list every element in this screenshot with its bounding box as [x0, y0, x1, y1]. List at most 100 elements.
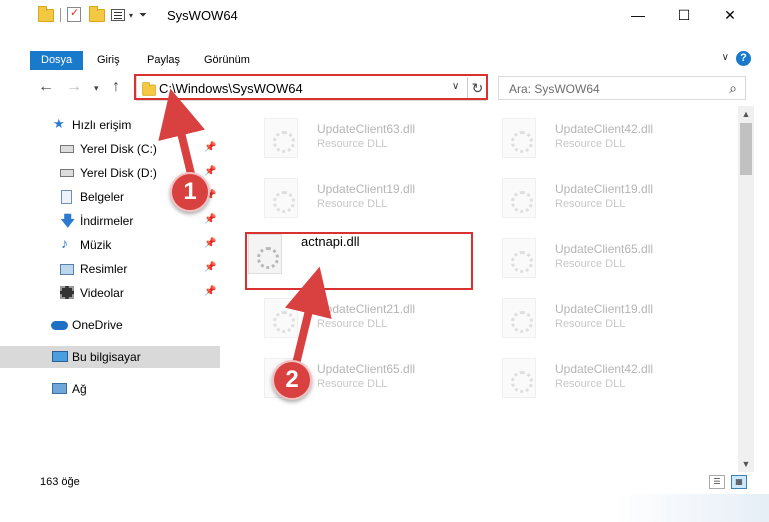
list-item-actnapi[interactable]: actnapi.dll: [228, 230, 448, 280]
large-icons-view-icon[interactable]: ▦: [731, 475, 747, 489]
dll-file-icon: [502, 178, 536, 218]
address-bar[interactable]: C:\Windows\SysWOW64 ∨ ↻: [136, 75, 487, 101]
nav-item-label: Videolar: [80, 286, 124, 300]
nav-item-indirmeler[interactable]: 🡇 İndirmeler 📌: [0, 210, 220, 232]
list-item[interactable]: UpdateClient19.dll Resource DLL: [244, 170, 464, 220]
nav-item-label: OneDrive: [72, 318, 123, 332]
nav-item-label: Yerel Disk (D:): [80, 166, 157, 180]
nav-item-label: Ağ: [72, 382, 87, 396]
file-name: UpdateClient19.dll: [555, 182, 654, 196]
maximize-icon: ☐: [677, 6, 691, 23]
list-item[interactable]: UpdateClient63.dll Resource DLL: [244, 110, 464, 160]
list-item[interactable]: UpdateClient65.dll Resource DLL: [482, 230, 702, 280]
tab-paylas[interactable]: Paylaş: [136, 51, 191, 70]
tab-gorunum[interactable]: Görünüm: [193, 51, 261, 70]
file-list: UpdateClient63.dll Resource DLL UpdateCl…: [222, 106, 738, 466]
nav-item-label: Resimler: [80, 262, 128, 276]
pin-icon[interactable]: 📌: [204, 142, 216, 153]
divider: [60, 8, 61, 22]
file-description: Resource DLL: [317, 198, 388, 210]
address-path[interactable]: C:\Windows\SysWOW64: [159, 81, 303, 96]
file-description: Resource DLL: [317, 378, 388, 390]
item-count: 163 öğe: [40, 476, 80, 488]
dll-file-icon: [248, 234, 282, 274]
file-description: Resource DLL: [317, 138, 388, 150]
recent-locations-icon[interactable]: ▾: [94, 83, 99, 94]
folder-icon: [38, 6, 54, 23]
nav-item-network[interactable]: Ağ: [0, 378, 220, 400]
nav-item-onedrive[interactable]: OneDrive: [0, 314, 220, 336]
pin-icon[interactable]: 📌: [204, 238, 216, 249]
chevron-down-icon[interactable]: ▾: [129, 11, 133, 20]
pin-icon[interactable]: 📌: [204, 166, 216, 177]
step-1-marker: 1: [170, 172, 210, 212]
file-description: Resource DLL: [555, 378, 626, 390]
nav-item-muzik[interactable]: ♪ Müzik 📌: [0, 234, 220, 256]
pin-icon[interactable]: 📌: [204, 286, 216, 297]
customize-toolbar-icon[interactable]: ⏷: [139, 10, 147, 21]
file-name: UpdateClient42.dll: [555, 362, 654, 376]
close-icon: ✕: [724, 6, 736, 23]
vertical-scrollbar[interactable]: ▲ ▼: [738, 106, 754, 472]
nav-item-label: Bu bilgisayar: [72, 350, 141, 364]
details-view-icon[interactable]: ☰: [709, 475, 725, 489]
new-folder-icon[interactable]: [89, 6, 105, 23]
file-name: UpdateClient19.dll: [317, 182, 416, 196]
nav-item-this-pc[interactable]: Bu bilgisayar: [0, 346, 220, 368]
nav-item-quick-access[interactable]: ★ Hızlı erişim: [0, 114, 220, 136]
properties-icon[interactable]: [67, 6, 83, 23]
dll-file-icon: [264, 178, 298, 218]
step-2-marker: 2: [272, 360, 312, 400]
chevron-down-icon[interactable]: ∨: [452, 81, 459, 92]
pin-icon[interactable]: 📌: [204, 214, 216, 225]
pictures-icon: [60, 264, 74, 275]
tab-dosya[interactable]: Dosya: [30, 51, 84, 70]
list-item[interactable]: UpdateClient42.dll Resource DLL: [482, 110, 702, 160]
list-item[interactable]: UpdateClient21.dll Resource DLL: [244, 290, 464, 340]
documents-icon: [61, 190, 72, 204]
dll-file-icon: [264, 118, 298, 158]
close-button[interactable]: ✕: [707, 0, 753, 30]
file-name: UpdateClient19.dll: [555, 302, 654, 316]
list-item[interactable]: UpdateClient19.dll Resource DLL: [482, 170, 702, 220]
tab-giris[interactable]: Giriş: [86, 51, 131, 70]
back-arrow-icon[interactable]: ←: [38, 78, 54, 96]
file-description: Resource DLL: [317, 318, 388, 330]
nav-item-label: Müzik: [80, 238, 112, 252]
nav-item-resimler[interactable]: Resimler 📌: [0, 258, 220, 280]
scrollbar-thumb[interactable]: [740, 123, 752, 175]
expand-ribbon-icon[interactable]: ∨: [722, 52, 729, 63]
drive-icon: [60, 169, 74, 177]
status-bar: 163 öğe ☰ ▦: [0, 472, 769, 494]
nav-item-disk-c[interactable]: Yerel Disk (C:) 📌: [0, 138, 220, 160]
dll-file-icon: [502, 238, 536, 278]
nav-item-label: Belgeler: [80, 190, 125, 204]
refresh-icon: ↻: [471, 80, 484, 96]
file-name: UpdateClient63.dll: [317, 122, 416, 136]
nav-item-videolar[interactable]: Videolar 📌: [0, 282, 220, 304]
search-input[interactable]: Ara: SysWOW64 ⌕: [498, 76, 746, 100]
search-icon[interactable]: ⌕: [729, 80, 737, 97]
dll-file-icon: [502, 298, 536, 338]
forward-arrow-icon[interactable]: →: [66, 78, 82, 96]
minimize-icon: —: [631, 7, 645, 23]
up-arrow-icon[interactable]: ↑: [112, 78, 120, 96]
scroll-up-icon[interactable]: ▲: [738, 106, 754, 122]
list-item[interactable]: UpdateClient42.dll Resource DLL: [482, 350, 702, 400]
maximize-button[interactable]: ☐: [661, 0, 707, 30]
minimize-button[interactable]: —: [615, 0, 661, 30]
list-item[interactable]: UpdateClient19.dll Resource DLL: [482, 290, 702, 340]
dll-file-icon: [502, 358, 536, 398]
refresh-button[interactable]: ↻: [467, 77, 487, 99]
scroll-down-icon[interactable]: ▼: [738, 456, 754, 472]
folder-icon: [142, 82, 156, 96]
dll-file-icon: [264, 298, 298, 338]
network-icon: [52, 383, 67, 394]
pin-icon[interactable]: 📌: [204, 262, 216, 273]
ribbon: Dosya Giriş Paylaş Görünüm ∨ ?: [0, 30, 769, 70]
help-icon[interactable]: ?: [736, 51, 751, 66]
footer-strip: [0, 494, 769, 522]
view-options-icon[interactable]: [111, 7, 127, 23]
quick-access-toolbar: ▾ ⏷: [38, 6, 153, 23]
title-bar: ▾ ⏷ SysWOW64 — ☐ ✕: [0, 0, 769, 30]
